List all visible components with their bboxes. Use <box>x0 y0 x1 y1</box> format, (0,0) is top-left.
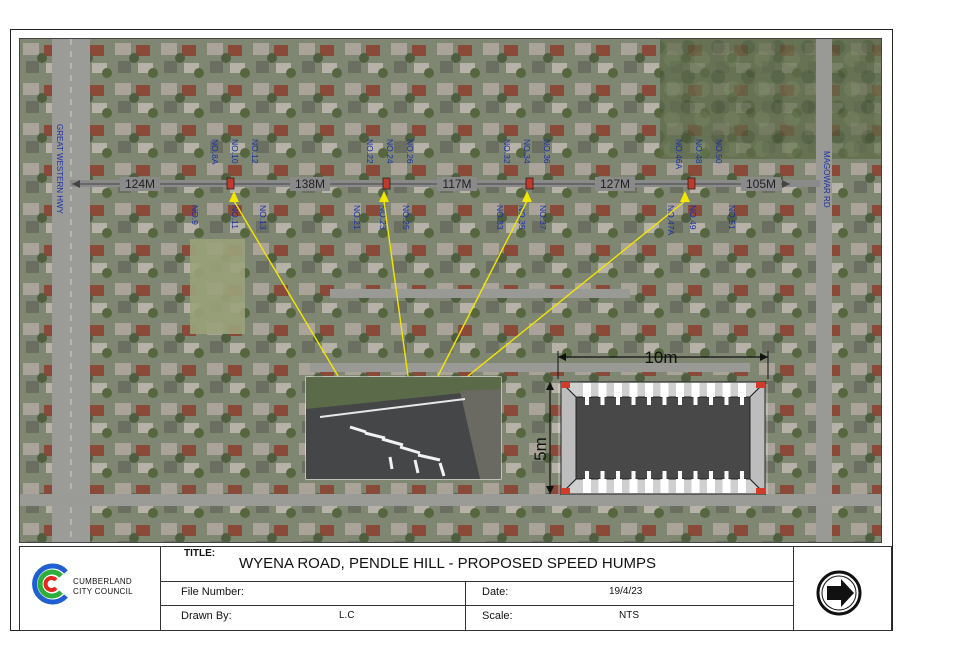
hump-stripe-tooth <box>647 471 651 479</box>
road-photo-inset <box>305 376 502 480</box>
hump-stripe <box>598 383 607 397</box>
hump-stripe-tooth <box>616 471 620 479</box>
council-logo-icon <box>32 563 68 605</box>
hump-stripe-tooth <box>678 471 682 479</box>
hump-stripe-tooth <box>709 397 713 405</box>
hump-stripe-tooth <box>662 471 667 479</box>
logo-line1: CUMBERLAND <box>73 577 133 586</box>
hump-length-label: 10m <box>644 348 677 367</box>
hump-width-label: 5m <box>531 437 550 461</box>
speed-hump-marker <box>525 177 534 190</box>
speed-hump-marker <box>687 177 696 190</box>
house-number-south: NO.21 <box>352 205 362 230</box>
hump-stripe <box>722 383 731 397</box>
hump-stripe <box>583 383 591 397</box>
road-name-left: GREAT WESTERN HWY <box>55 124 64 215</box>
house-number-south: NO.37 <box>538 205 548 230</box>
hump-stripe <box>722 479 731 493</box>
hump-stripe-tooth <box>600 397 605 405</box>
distance-label: 127M <box>600 177 630 191</box>
date-label: Date: <box>482 586 509 598</box>
hump-stripe <box>676 383 684 397</box>
house-number-north: NO.8A <box>210 139 220 165</box>
drawn-by-label: Drawn By: <box>181 610 232 622</box>
distance-label: 124M <box>125 177 155 191</box>
hump-stripe-tooth <box>724 397 729 405</box>
logo-line2: CITY COUNCIL <box>73 587 133 596</box>
scale-label: Scale: <box>482 610 513 622</box>
hump-stripe <box>691 383 700 397</box>
hump-stripe <box>676 479 684 493</box>
house-number-north: NO.26 <box>405 139 415 164</box>
house-number-south: NO.51 <box>727 205 737 230</box>
scale-value: NTS <box>619 610 639 621</box>
hump-stripe-tooth <box>709 471 713 479</box>
title-block: CUMBERLAND CITY COUNCIL TITLE: WYENA ROA… <box>19 546 892 631</box>
house-number-north: NO.12 <box>250 139 260 164</box>
hump-stripe-tooth <box>662 397 667 405</box>
hump-stripe <box>614 479 622 493</box>
aerial-map: GREAT WESTERN HWY MAGOWAR RD 124M 138M 117… <box>19 38 882 543</box>
hump-stripe-tooth <box>693 397 698 405</box>
hump-stripe-tooth <box>585 471 589 479</box>
house-number-north: NO.34 <box>522 139 532 164</box>
house-number-north: NO.24 <box>385 139 395 164</box>
file-number-label: File Number: <box>181 586 244 598</box>
hump-stripe-tooth <box>724 471 729 479</box>
date-value: 19/4/23 <box>609 586 643 597</box>
house-number-south: NO.9 <box>190 205 200 225</box>
hump-stripe <box>614 383 622 397</box>
house-number-north: NO.22 <box>365 139 375 164</box>
house-number-south: NO.49 <box>688 205 698 230</box>
house-number-north: NO.36 <box>542 139 552 164</box>
hump-stripe <box>629 479 638 493</box>
drawn-by-value: L.C <box>339 610 355 621</box>
house-number-south: NO.13 <box>258 205 268 230</box>
speed-hump-marker <box>382 177 391 190</box>
hump-stripe <box>707 383 715 397</box>
drawing-title: WYENA ROAD, PENDLE HILL - PROPOSED SPEED… <box>239 555 657 572</box>
hump-stripe-tooth <box>740 397 744 405</box>
hump-stripe-tooth <box>693 471 698 479</box>
hump-stripe-tooth <box>600 471 605 479</box>
house-number-north: NO.48 <box>694 139 704 164</box>
distance-label: 138M <box>295 177 325 191</box>
hump-stripe-tooth <box>631 471 636 479</box>
hump-stripe <box>738 479 746 493</box>
north-arrow-icon <box>816 570 862 616</box>
hump-stripe <box>738 383 746 397</box>
hump-stripe <box>629 383 638 397</box>
hump-stripe <box>707 479 715 493</box>
house-number-north: NO.10 <box>230 139 240 164</box>
hump-stripe-tooth <box>678 397 682 405</box>
hump-stripe <box>598 479 607 493</box>
hump-stripe <box>660 383 669 397</box>
distance-label: 105M <box>746 177 776 191</box>
hump-stripe <box>645 383 653 397</box>
house-number-south: NO.25 <box>401 205 411 230</box>
hump-stripe-tooth <box>631 397 636 405</box>
hump-stripe <box>583 479 591 493</box>
house-number-north: NO.50 <box>714 139 724 164</box>
hump-stripe-tooth <box>616 397 620 405</box>
hump-stripe-tooth <box>585 397 589 405</box>
hump-stripe <box>660 479 669 493</box>
house-number-north: NO.32 <box>502 139 512 164</box>
hump-stripe-tooth <box>647 397 651 405</box>
hump-stripe <box>645 479 653 493</box>
house-number-south: NO.33 <box>495 205 505 230</box>
speed-hump-marker <box>226 177 235 190</box>
house-number-north: NO.46A <box>674 139 684 170</box>
title-label: TITLE: <box>184 548 216 559</box>
distance-label: 117M <box>442 177 471 191</box>
hump-stripe-tooth <box>740 471 744 479</box>
hump-stripe <box>691 479 700 493</box>
road-name-right: MAGOWAR RD <box>822 151 831 208</box>
